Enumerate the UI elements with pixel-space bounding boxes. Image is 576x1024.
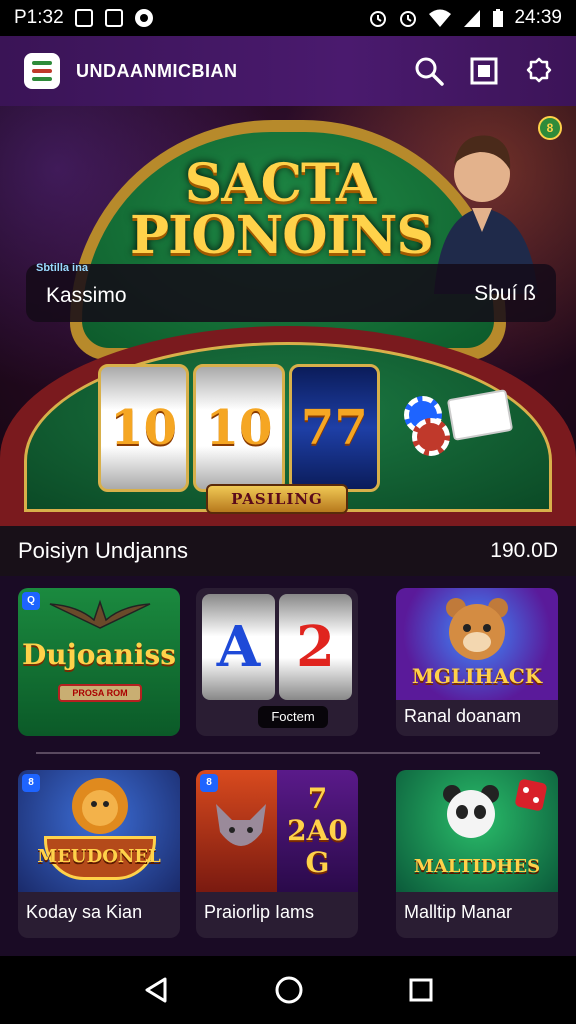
app-title: UNDAANMICBIAN	[76, 60, 238, 81]
app-bar: UNDAANMICBIAN	[0, 36, 576, 106]
section-value: 190.0D	[490, 539, 558, 562]
wifi-icon	[429, 9, 452, 27]
card-art-title: MALTIDHES	[413, 856, 541, 877]
grid-icon	[104, 8, 124, 28]
wolf-icon	[216, 804, 266, 846]
eagle-icon	[49, 599, 151, 629]
alarm-icon	[400, 11, 417, 27]
search-icon[interactable]	[414, 56, 444, 86]
hero-info-card[interactable]: Sbtilla ina Kassimo Sbuí ß	[26, 262, 556, 322]
card-label: Koday sa Kian	[26, 902, 143, 922]
bear-icon	[446, 598, 508, 660]
reel: 10	[193, 364, 285, 492]
signal-icon	[464, 10, 481, 27]
card-badge: 8	[22, 774, 40, 792]
section-title: Poisiyn Undjanns	[18, 538, 188, 563]
card-art: A 2	[196, 588, 358, 706]
status-bar: P1:32 24:39	[0, 0, 576, 36]
game-card[interactable]: 8 7 2A0G Praiorlip Iams	[196, 770, 358, 938]
hero-card-tag: Sbtilla ina	[36, 262, 88, 274]
card-pill: Foctem	[258, 706, 328, 728]
card-label: Praiorlip Iams	[204, 902, 315, 922]
battery-icon	[493, 9, 504, 27]
card-art: 8 7 2A0G	[196, 770, 358, 892]
game-grid: Q Dujoaniss PROSA ROM A 2 Foctem MGLIHAC…	[0, 576, 576, 956]
card-label: Ranal doanam	[404, 706, 522, 726]
circle-icon	[134, 8, 154, 28]
clock-right: 24:39	[514, 7, 562, 28]
card-art-title: MEUDONEL	[37, 846, 161, 867]
card-art: 8 MEUDONEL	[18, 770, 180, 892]
system-nav-bar	[0, 956, 576, 1024]
recents-icon[interactable]	[407, 976, 435, 1004]
lion-icon	[72, 778, 128, 834]
reel: 77	[288, 364, 380, 492]
slot-reels: 10 10 77	[98, 364, 380, 492]
hero-title: SACTA PIONOINS	[130, 153, 434, 266]
settings-icon[interactable]	[524, 56, 554, 86]
game-card[interactable]: Q Dujoaniss PROSA ROM	[18, 588, 180, 736]
card-label: Malltip Manar	[404, 902, 513, 922]
hero-card-name: Kassimo	[46, 284, 127, 307]
game-card[interactable]: A 2 Foctem	[196, 588, 358, 736]
card-art-title: MGLIHACK	[411, 664, 543, 688]
game-card[interactable]: 8 MEUDONEL Koday sa Kian	[18, 770, 180, 938]
hero-title-line-1: SACTA	[184, 153, 376, 214]
home-icon[interactable]	[274, 975, 304, 1005]
card-art-title: 7 2A0G	[287, 782, 348, 879]
card-badge: 8	[200, 774, 218, 792]
game-card[interactable]: MGLIHACK Ranal doanam	[396, 588, 558, 736]
panda-icon	[443, 785, 499, 838]
photo-icon	[74, 8, 94, 28]
hero-banner[interactable]: SACTA PIONOINS 8 10 10 77 PASILING Sbtil…	[0, 106, 576, 526]
card-pill: PROSA ROM	[58, 684, 142, 702]
card-art: MALTIDHES	[396, 770, 558, 892]
back-icon[interactable]	[141, 975, 171, 1005]
hero-plate: PASILING	[206, 484, 348, 514]
section-header: Poisiyn Undjanns 190.0D	[0, 526, 576, 576]
card-art: MGLIHACK	[396, 588, 558, 700]
square-icon[interactable]	[470, 57, 498, 85]
app-logo-icon[interactable]	[24, 53, 60, 89]
reel: 10	[98, 364, 190, 492]
card-art-title: Dujoaniss	[21, 638, 177, 671]
alarm-icon	[370, 11, 387, 27]
hero-title-line-2: PIONOINS	[130, 205, 434, 266]
dice-icon	[515, 779, 547, 811]
card-badge: Q	[22, 592, 40, 610]
game-card[interactable]: MALTIDHES Malltip Manar	[396, 770, 558, 938]
clock-left: P1:32	[14, 7, 64, 28]
hero-card-side: Sbuí ß	[474, 282, 536, 305]
divider	[36, 752, 540, 754]
hero-badge: 8	[538, 116, 562, 140]
